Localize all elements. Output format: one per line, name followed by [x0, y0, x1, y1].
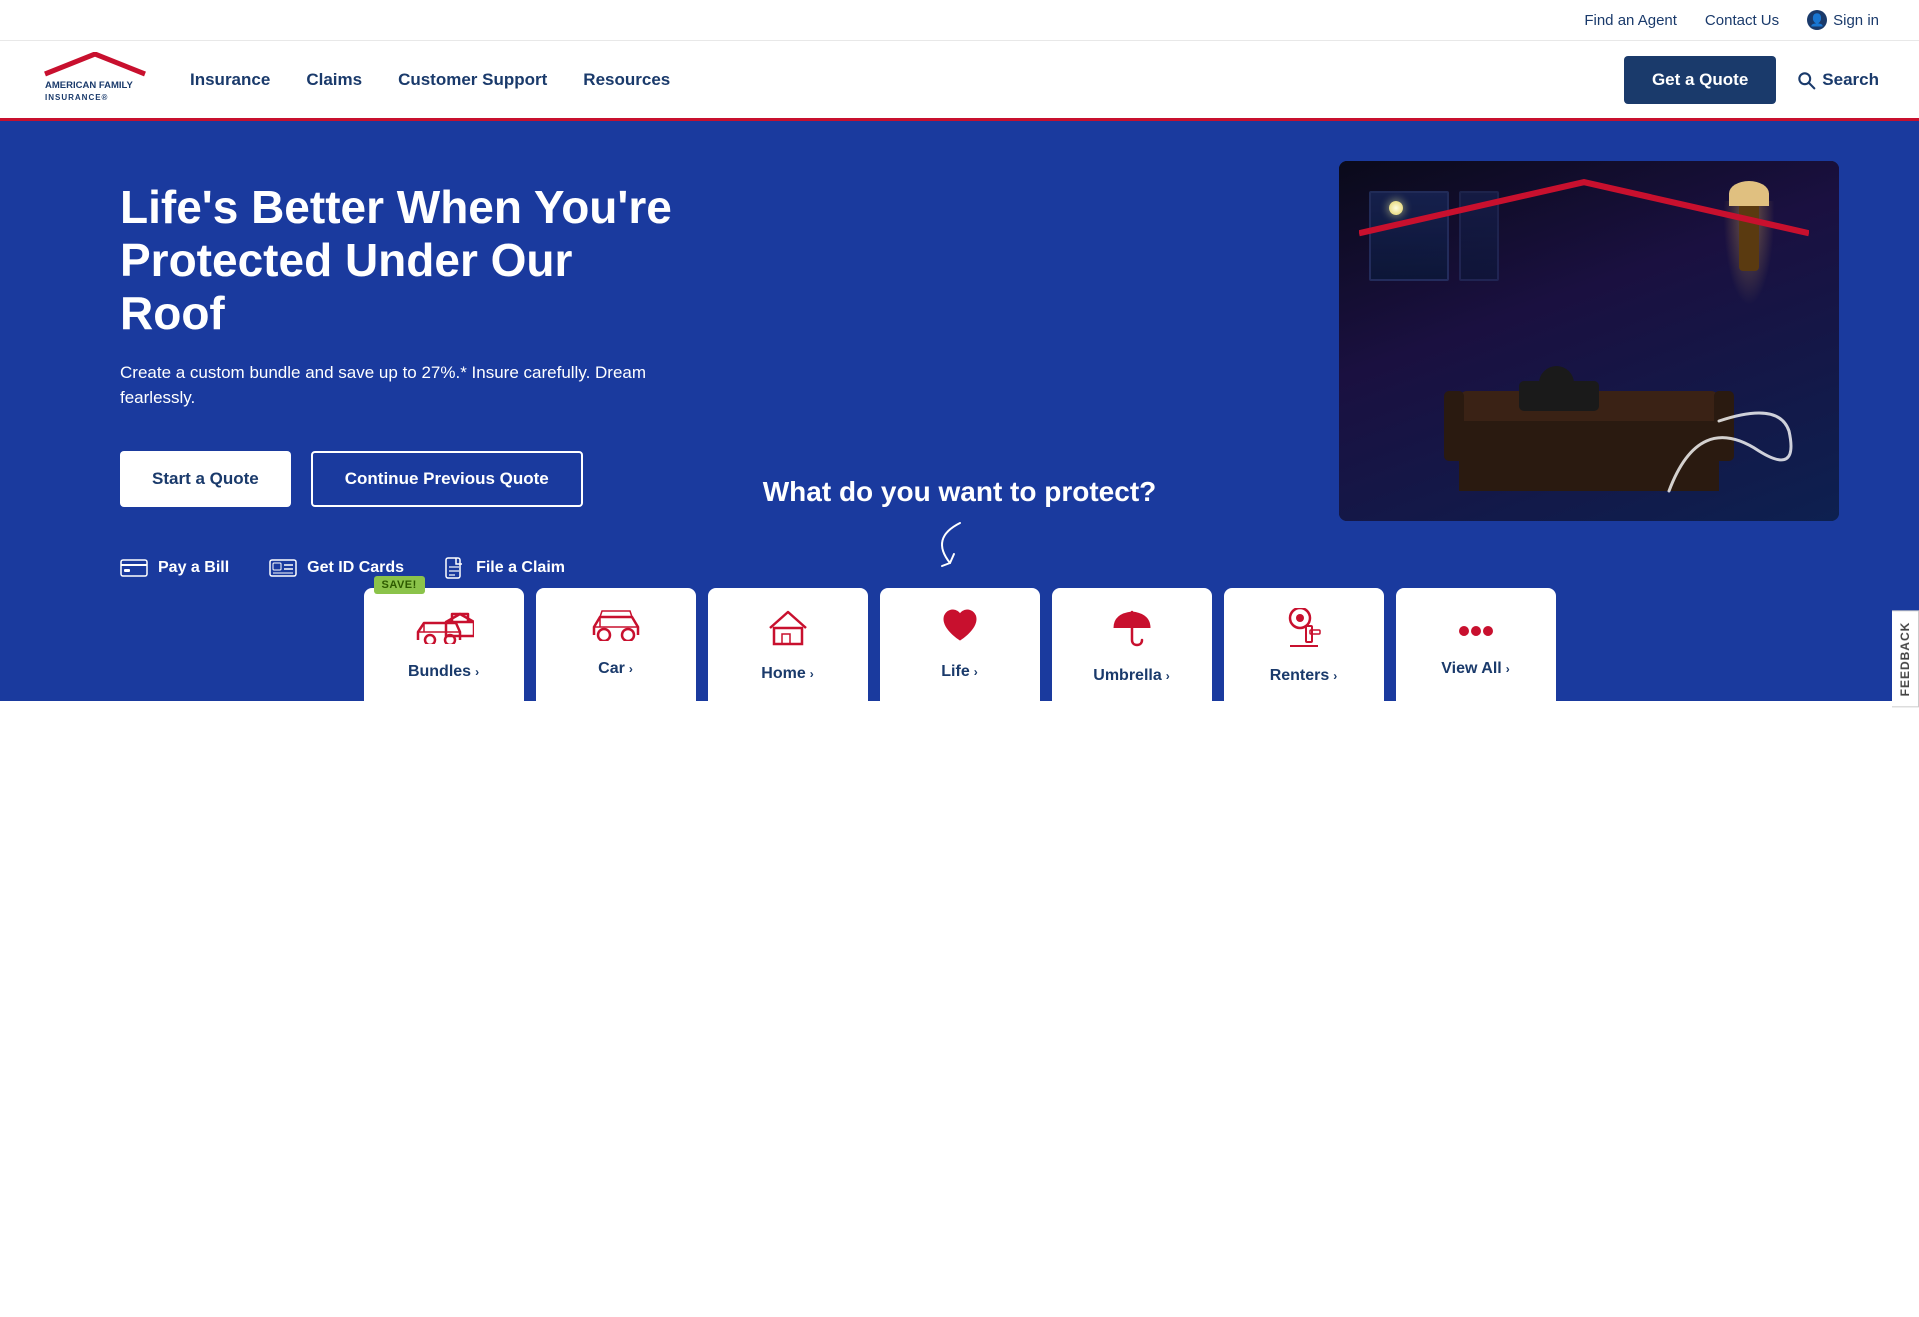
logo[interactable]: AMERICAN FAMILY INSURANCE® — [40, 52, 150, 107]
file-claim-link[interactable]: File a Claim — [444, 557, 565, 579]
umbrella-label: Umbrella › — [1093, 667, 1169, 685]
product-cards: SAVE! — [40, 588, 1879, 701]
find-agent-link[interactable]: Find an Agent — [1584, 12, 1677, 29]
renters-chevron: › — [1333, 669, 1337, 683]
bundles-label: Bundles › — [408, 663, 479, 681]
home-icon — [768, 608, 808, 655]
get-id-cards-link[interactable]: Get ID Cards — [269, 559, 404, 577]
nav-insurance[interactable]: Insurance — [190, 70, 270, 90]
pay-bill-link[interactable]: Pay a Bill — [120, 559, 229, 577]
car-icon — [592, 608, 640, 650]
home-label: Home › — [761, 665, 813, 683]
svg-text:INSURANCE®: INSURANCE® — [45, 93, 108, 102]
nav-links: Insurance Claims Customer Support Resour… — [190, 70, 1624, 90]
product-card-view-all[interactable]: View All › — [1396, 588, 1556, 701]
life-icon — [940, 608, 980, 653]
product-card-car[interactable]: Car › — [536, 588, 696, 701]
car-label: Car › — [598, 660, 633, 678]
top-bar: Find an Agent Contact Us 👤 Sign in — [0, 0, 1919, 41]
home-chevron: › — [810, 667, 814, 681]
nav-right: Get a Quote Search — [1624, 56, 1879, 104]
renters-icon — [1284, 608, 1324, 657]
product-card-bundles[interactable]: SAVE! — [364, 588, 524, 701]
save-badge: SAVE! — [374, 576, 425, 594]
id-card-icon — [269, 559, 297, 577]
svg-text:AMERICAN FAMILY: AMERICAN FAMILY — [45, 80, 133, 91]
get-quote-button[interactable]: Get a Quote — [1624, 56, 1776, 104]
decorative-swirl — [1639, 391, 1819, 511]
hero-subtitle: Create a custom bundle and save up to 27… — [120, 360, 680, 411]
life-chevron: › — [974, 665, 978, 679]
hero-quick-links: Pay a Bill Get ID Cards — [120, 557, 680, 579]
view-all-label: View All › — [1441, 660, 1509, 678]
hero-title: Life's Better When You're Protected Unde… — [120, 181, 680, 340]
renters-label: Renters › — [1270, 667, 1338, 685]
search-icon — [1796, 70, 1816, 90]
search-link[interactable]: Search — [1796, 70, 1879, 90]
umbrella-chevron: › — [1166, 669, 1170, 683]
file-icon — [444, 557, 466, 579]
protect-arrow — [920, 518, 1000, 578]
continue-quote-button[interactable]: Continue Previous Quote — [311, 451, 583, 507]
hero-buttons: Start a Quote Continue Previous Quote — [120, 451, 680, 507]
feedback-tab[interactable]: FEEDBACK — [1892, 610, 1919, 707]
bundles-icon — [414, 608, 474, 653]
nav-claims[interactable]: Claims — [306, 70, 362, 90]
hero-image — [1339, 161, 1839, 521]
life-label: Life › — [941, 663, 977, 681]
product-card-life[interactable]: Life › — [880, 588, 1040, 701]
umbrella-icon — [1112, 608, 1152, 657]
view-all-chevron: › — [1506, 662, 1510, 676]
credit-card-icon — [120, 559, 148, 577]
contact-us-link[interactable]: Contact Us — [1705, 12, 1779, 29]
hero-content: Life's Better When You're Protected Unde… — [120, 181, 680, 579]
hero-section: Life's Better When You're Protected Unde… — [0, 121, 1919, 701]
product-card-renters[interactable]: Renters › — [1224, 588, 1384, 701]
user-icon: 👤 — [1807, 10, 1827, 30]
start-quote-button[interactable]: Start a Quote — [120, 451, 291, 507]
main-nav: AMERICAN FAMILY INSURANCE® Insurance Cla… — [0, 41, 1919, 121]
logo-svg: AMERICAN FAMILY INSURANCE® — [40, 52, 150, 107]
nav-customer-support[interactable]: Customer Support — [398, 70, 547, 90]
car-chevron: › — [629, 662, 633, 676]
nav-resources[interactable]: Resources — [583, 70, 670, 90]
hero-roof-graphic — [1359, 177, 1809, 238]
product-card-umbrella[interactable]: Umbrella › — [1052, 588, 1212, 701]
product-card-home[interactable]: Home › — [708, 588, 868, 701]
sign-in-link[interactable]: 👤 Sign in — [1807, 10, 1879, 30]
bundles-chevron: › — [475, 665, 479, 679]
view-all-icon — [1456, 608, 1496, 650]
